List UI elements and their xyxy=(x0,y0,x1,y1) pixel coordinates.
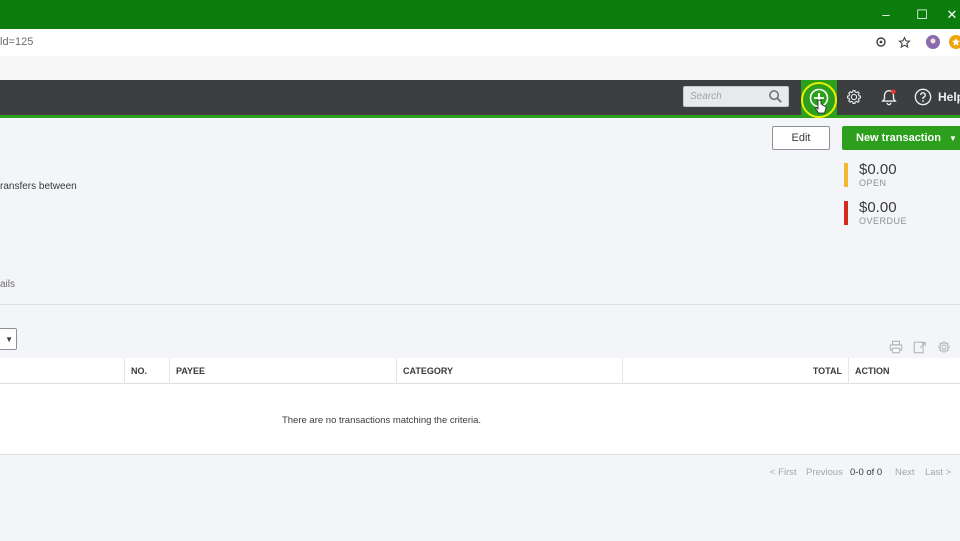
star-icon[interactable] xyxy=(896,34,912,50)
export-icon[interactable] xyxy=(912,339,928,355)
pagination-last[interactable]: Last > xyxy=(925,467,951,478)
account-description: ransfers between xyxy=(0,181,77,192)
filter-dropdown[interactable]: ▼ xyxy=(0,328,17,350)
new-transaction-button[interactable]: New transaction ▼ xyxy=(842,126,960,150)
search-icon[interactable] xyxy=(768,89,783,109)
open-label: OPEN xyxy=(859,178,887,188)
column-header-payee[interactable]: PAYEE xyxy=(169,358,396,384)
chevron-down-icon: ▼ xyxy=(5,334,13,344)
settings-icon[interactable] xyxy=(936,339,952,355)
profile-icon[interactable] xyxy=(925,34,941,50)
details-link[interactable]: ails xyxy=(0,279,15,290)
column-header-total[interactable]: TOTAL xyxy=(622,358,848,384)
column-header-no[interactable]: NO. xyxy=(124,358,169,384)
pagination-next[interactable]: Next xyxy=(895,467,915,478)
gear-icon[interactable] xyxy=(843,86,865,108)
open-status-bar xyxy=(844,163,848,187)
page-top-strip xyxy=(0,56,960,80)
column-header-date[interactable] xyxy=(0,358,124,384)
table-header: NO. PAYEE CATEGORY TOTAL ACTION xyxy=(0,358,960,384)
bell-icon[interactable] xyxy=(878,86,900,108)
url-text[interactable]: ld=125 xyxy=(0,36,33,48)
open-amount: $0.00 xyxy=(859,161,897,178)
search-input[interactable]: Search xyxy=(683,86,789,107)
extension-icon[interactable] xyxy=(948,34,960,50)
minimize-icon: – xyxy=(882,7,890,22)
section-divider xyxy=(0,304,960,305)
empty-table-message: There are no transactions matching the c… xyxy=(281,415,482,426)
overdue-label: OVERDUE xyxy=(859,216,908,226)
column-header-category[interactable]: CATEGORY xyxy=(396,358,622,384)
close-icon: ✕ xyxy=(946,6,958,22)
new-transaction-label: New transaction xyxy=(856,132,941,144)
location-icon[interactable] xyxy=(873,34,889,50)
close-button[interactable]: ✕ xyxy=(934,0,960,29)
edit-button[interactable]: Edit xyxy=(772,126,830,150)
browser-address-bar: ld=125 xyxy=(0,29,960,56)
pagination-previous[interactable]: Previous xyxy=(806,467,843,478)
maximize-icon: ☐ xyxy=(916,6,928,22)
help-label[interactable]: Help xyxy=(938,90,960,104)
overdue-amount: $0.00 xyxy=(859,199,897,216)
search-placeholder: Search xyxy=(690,91,722,102)
column-header-action: ACTION xyxy=(848,358,960,384)
pagination-first[interactable]: < First xyxy=(770,467,797,478)
pagination-range: 0-0 of 0 xyxy=(850,467,883,478)
mouse-cursor-icon xyxy=(814,99,827,120)
chevron-down-icon: ▼ xyxy=(948,133,957,143)
minimize-button[interactable]: – xyxy=(868,0,904,29)
overdue-status-bar xyxy=(844,201,848,225)
print-icon[interactable] xyxy=(888,339,904,355)
transactions-table: NO. PAYEE CATEGORY TOTAL ACTION There ar… xyxy=(0,358,960,455)
window-title-bar: – ☐ ✕ xyxy=(0,0,960,29)
help-icon[interactable] xyxy=(912,86,934,108)
